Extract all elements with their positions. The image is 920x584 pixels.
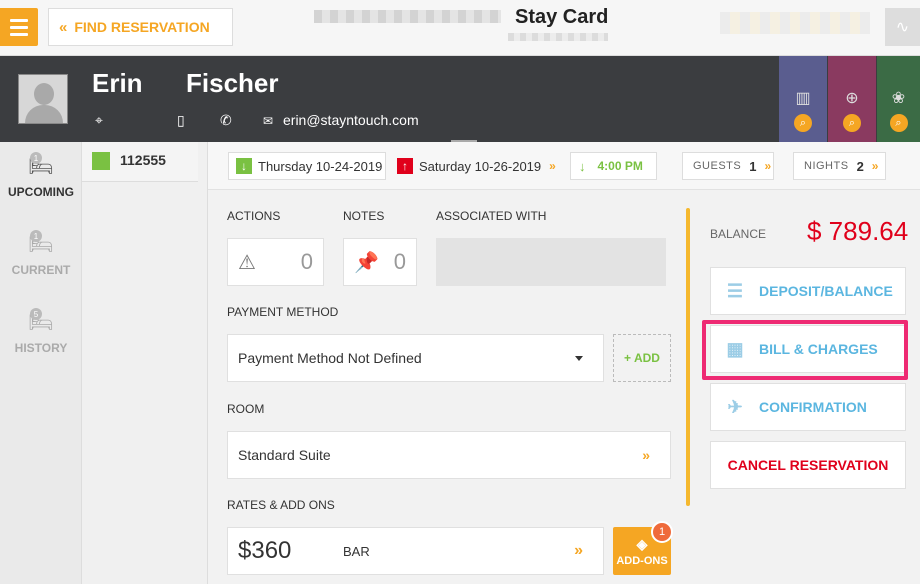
- search-icon: ⌕: [889, 114, 908, 132]
- nights-count: 2: [856, 158, 864, 174]
- double-chevron-left-icon: «: [59, 18, 68, 36]
- loyalty-logo-1[interactable]: ▥ ⌕: [779, 56, 827, 142]
- loyalty-logos: ▥ ⌕ ⊕ ⌕ ❀ ⌕: [779, 56, 920, 142]
- actions-label: ACTIONS: [227, 209, 281, 223]
- nights-label: NIGHTS: [804, 160, 849, 172]
- room-card[interactable]: Standard Suite »: [227, 431, 671, 479]
- confirmation-label: CONFIRMATION: [759, 399, 867, 415]
- arrow-down-icon: ↓: [236, 158, 252, 174]
- blurred-hotel-name: [314, 10, 501, 23]
- arrival-date: Thursday 10-24-2019: [258, 158, 383, 174]
- arrival-time: 4:00 PM: [597, 159, 643, 173]
- panel-divider: [686, 208, 690, 506]
- mobile-icon[interactable]: ▯: [177, 112, 185, 129]
- status-indicator: [92, 152, 110, 170]
- guest-first-name[interactable]: Erin: [92, 68, 143, 99]
- confirmation-button[interactable]: ✈ CONFIRMATION: [710, 383, 906, 431]
- highlight-box: [702, 320, 908, 380]
- sidebar-item-label: UPCOMING: [8, 185, 74, 199]
- building-icon: ▥: [795, 90, 811, 107]
- departure-date-chip[interactable]: ↑ Saturday 10-26-2019 »: [393, 152, 564, 180]
- deposit-balance-label: DEPOSIT/BALANCE: [759, 283, 893, 299]
- notes-label: NOTES: [343, 209, 385, 223]
- cancel-reservation-label: CANCEL RESERVATION: [727, 457, 889, 473]
- graph-icon: ∿: [895, 19, 910, 36]
- associated-label: ASSOCIATED WITH: [436, 209, 547, 223]
- send-icon: ✈: [727, 396, 743, 417]
- blurred-subtitle: [508, 33, 608, 41]
- count-badge: 1: [30, 152, 42, 164]
- reservation-list: [82, 142, 208, 584]
- phone-icon[interactable]: ✆: [220, 112, 232, 129]
- guests-chip[interactable]: GUESTS 1 »: [682, 152, 774, 180]
- pin-icon: 📌: [354, 251, 379, 274]
- analytics-button[interactable]: ∿: [885, 8, 920, 46]
- blurred-user-info: [720, 12, 870, 34]
- arrival-time-chip[interactable]: ↓ 4:00 PM: [570, 152, 657, 180]
- associated-with-box[interactable]: [436, 238, 666, 286]
- arrow-down-icon: ↓: [579, 158, 586, 174]
- search-icon: ⌕: [843, 114, 861, 132]
- rate-amount: $360: [238, 537, 292, 564]
- globe-icon: ⊕: [845, 90, 859, 107]
- guest-email[interactable]: erin@stayntouch.com: [283, 112, 419, 128]
- deposit-balance-button[interactable]: ☰ DEPOSIT/BALANCE: [710, 267, 906, 315]
- rings-icon: ❀: [891, 90, 906, 107]
- guests-label: GUESTS: [693, 160, 742, 172]
- page-title: Stay Card: [515, 6, 609, 28]
- rate-card[interactable]: $360 BAR »: [227, 527, 604, 575]
- balance-label: BALANCE: [710, 227, 767, 241]
- notes-card[interactable]: 📌 0: [343, 238, 417, 286]
- chevron-right-icon: »: [642, 447, 650, 463]
- balance-amount: $ 789.64: [807, 216, 909, 246]
- hamburger-icon: [10, 18, 28, 22]
- guests-count: 1: [749, 158, 757, 174]
- actions-card[interactable]: ⚠ 0: [227, 238, 324, 286]
- arrival-date-chip[interactable]: ↓ Thursday 10-24-2019: [228, 152, 386, 180]
- avatar[interactable]: [18, 74, 68, 124]
- sidebar-item-label: HISTORY: [14, 341, 68, 355]
- sidebar-item-upcoming[interactable]: 🛏 1 UPCOMING: [0, 152, 82, 199]
- chevron-right-icon: »: [871, 159, 879, 173]
- chevron-right-icon: »: [574, 542, 583, 559]
- rate-code: BAR: [343, 543, 370, 559]
- location-icon[interactable]: ⌖: [95, 112, 103, 129]
- warning-icon: ⚠: [238, 251, 256, 274]
- payment-method-select[interactable]: Payment Method Not Defined: [227, 334, 604, 382]
- add-ons-label: ADD-ONS: [616, 554, 668, 567]
- departure-date: Saturday 10-26-2019: [419, 158, 542, 174]
- search-icon: ⌕: [794, 114, 812, 132]
- sidebar-item-current[interactable]: 🛏 1 CURRENT: [0, 230, 82, 277]
- caret-down-icon: [575, 355, 583, 361]
- chevron-down-icon: »: [549, 159, 556, 173]
- count-badge: 1: [30, 230, 42, 242]
- guest-last-name[interactable]: Fischer: [186, 68, 279, 99]
- layers-icon: ◈: [636, 535, 648, 552]
- sidebar: 🛏 1 UPCOMING 🛏 1 CURRENT 🛏 5 HISTORY: [0, 142, 82, 584]
- reservation-number: 112555: [120, 152, 166, 168]
- payment-method-value: Payment Method Not Defined: [238, 350, 422, 366]
- find-reservation-label: FIND RESERVATION: [74, 19, 210, 35]
- loyalty-logo-3[interactable]: ❀ ⌕: [877, 56, 920, 142]
- actions-count: 0: [300, 249, 313, 274]
- count-badge: 5: [30, 308, 42, 320]
- rates-label: RATES & ADD ONS: [227, 498, 335, 512]
- find-reservation-button[interactable]: « FIND RESERVATION: [48, 8, 233, 46]
- cancel-reservation-button[interactable]: CANCEL RESERVATION: [710, 441, 906, 489]
- room-label: ROOM: [227, 402, 265, 416]
- room-value: Standard Suite: [238, 447, 331, 463]
- add-ons-count-badge: 1: [651, 521, 673, 543]
- notes-count: 0: [393, 249, 406, 274]
- loyalty-logo-2[interactable]: ⊕ ⌕: [828, 56, 876, 142]
- arrow-up-icon: ↑: [397, 158, 413, 174]
- email-icon: ✉: [263, 114, 274, 128]
- nights-chip[interactable]: NIGHTS 2 »: [793, 152, 886, 180]
- sidebar-item-history[interactable]: 🛏 5 HISTORY: [0, 308, 82, 355]
- add-payment-button[interactable]: + ADD: [613, 334, 671, 382]
- chevron-down-icon: »: [764, 159, 772, 173]
- coins-icon: ☰: [726, 280, 744, 301]
- sidebar-item-label: CURRENT: [11, 263, 71, 277]
- menu-button[interactable]: [0, 8, 38, 46]
- payment-method-label: PAYMENT METHOD: [227, 305, 339, 319]
